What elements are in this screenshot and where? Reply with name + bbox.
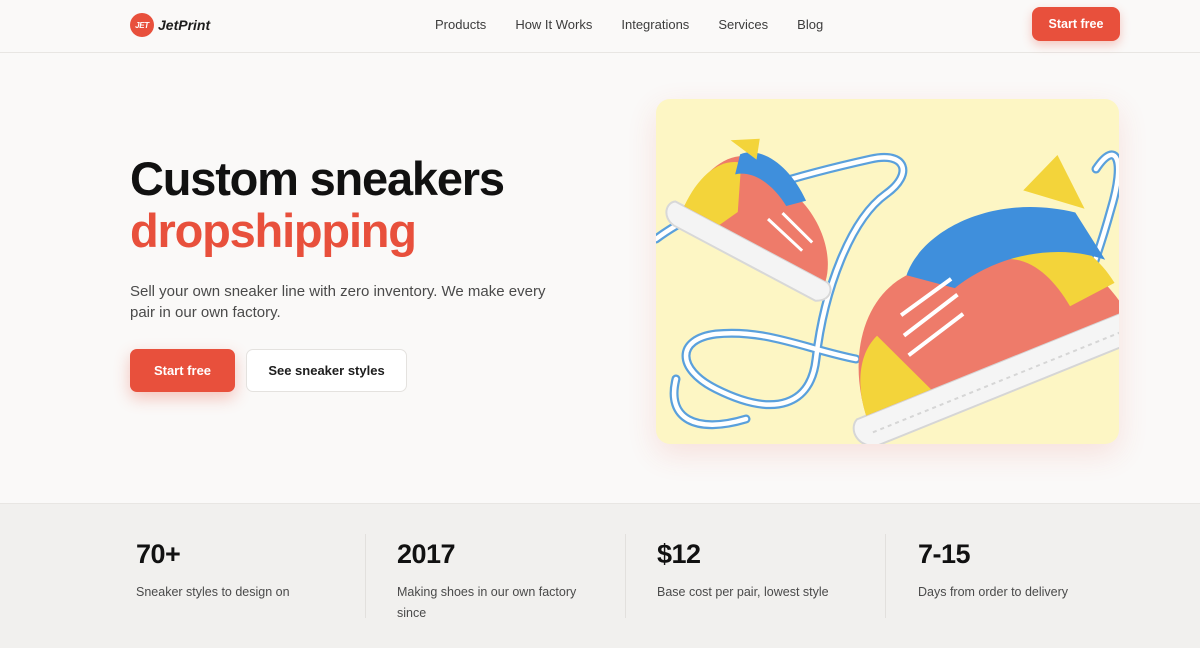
hero-description: Sell your own sneaker line with zero inv… [130,283,546,321]
hero-start-free-button[interactable]: Start free [130,349,235,392]
stat-value: 70+ [136,539,181,569]
stats-bar: 70+ Sneaker styles to design on 2017 Mak… [0,503,1200,648]
stat-label: Days from order to delivery [918,585,1069,599]
sneaker-illustration [656,138,1119,444]
nav-item-how-it-works[interactable]: How It Works [515,17,592,32]
site-header: JET JetPrint Products How It Works Integ… [0,0,1200,53]
hero-title-line1: Custom sneakers [130,152,505,205]
stat-delivery: 7-15 Days from order to delivery [918,537,1168,603]
hero-title-line2: dropshipping [130,204,417,257]
stat-styles: 70+ Sneaker styles to design on [136,537,386,603]
brand-name: JetPrint [158,17,211,33]
stat-label: Making shoes in our own factory since [397,585,577,620]
nav-item-blog[interactable]: Blog [797,17,823,32]
stat-divider [365,534,366,618]
nav-item-services[interactable]: Services [718,17,768,32]
small-sneaker [665,138,832,302]
jet-logo-icon: JET [130,13,154,37]
hero-sneaker-image [656,99,1119,444]
header-start-free-button[interactable]: Start free [1032,7,1120,41]
nav-item-products[interactable]: Products [435,17,486,32]
nav-item-integrations[interactable]: Integrations [621,17,689,32]
stat-value: 7-15 [918,539,971,569]
stat-divider [625,534,626,618]
stat-label: Sneaker styles to design on [136,585,290,599]
stat-value: $12 [657,539,701,569]
stat-divider [885,534,886,618]
brand-logo[interactable]: JET JetPrint [130,13,210,37]
hero-title: Custom sneakers dropshipping [130,152,505,257]
main-nav: Products How It Works Integrations Servi… [435,17,823,32]
see-sneaker-styles-button[interactable]: See sneaker styles [246,349,407,392]
stat-since: 2017 Making shoes in our own factory sin… [397,537,647,624]
stat-label: Base cost per pair, lowest style [657,585,829,599]
stat-value: 2017 [397,539,456,569]
stat-base-cost: $12 Base cost per pair, lowest style [657,537,907,603]
large-sneaker [852,154,1119,444]
